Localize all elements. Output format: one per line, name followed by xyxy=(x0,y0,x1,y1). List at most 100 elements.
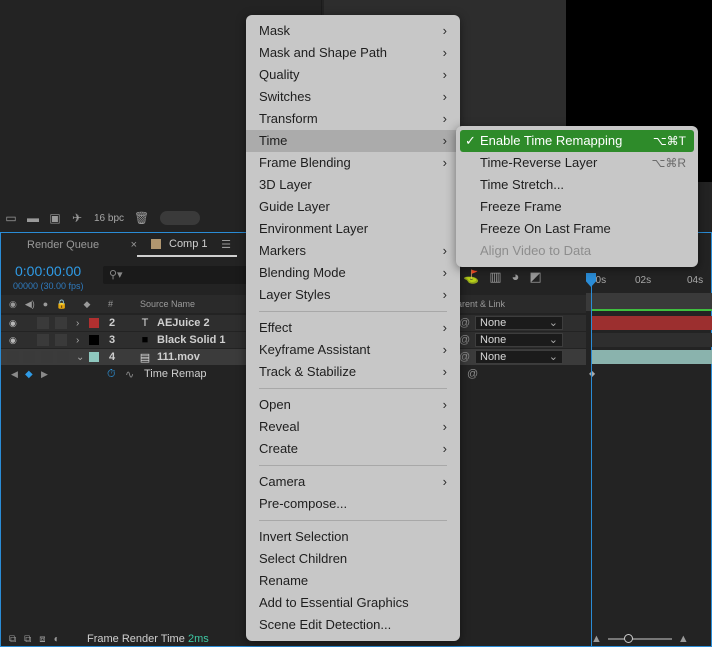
menu-item-scene-edit-detection[interactable]: Scene Edit Detection... xyxy=(246,614,460,636)
panel-menu-icon[interactable]: ☰ xyxy=(221,238,231,251)
menu-item-quality[interactable]: Quality › xyxy=(246,64,460,86)
submenu-item-time-reverse-layer[interactable]: Time-Reverse Layer ⌥⌘R xyxy=(460,152,694,174)
column-source-name[interactable]: Source Name xyxy=(140,299,195,309)
menu-item-track-stabilize[interactable]: Track & Stabilize › xyxy=(246,361,460,383)
submenu-item-freeze-on-last-frame[interactable]: Freeze On Last Frame xyxy=(460,218,694,240)
menu-item-rename[interactable]: Rename xyxy=(246,570,460,592)
toolbar-slider[interactable] xyxy=(160,211,201,225)
interpret-footage-icon[interactable]: ▭ xyxy=(4,211,18,225)
layer-bar-red[interactable] xyxy=(592,316,712,330)
menu-item-time[interactable]: Time › xyxy=(246,130,460,152)
layer-search-input[interactable]: ⚲▾ xyxy=(103,266,253,284)
pick-whip-icon[interactable]: @ xyxy=(459,334,470,346)
layer-bar-teal[interactable] xyxy=(592,350,712,364)
column-parent[interactable]: arent & Link xyxy=(457,299,505,309)
submenu-item-time-stretch[interactable]: Time Stretch... xyxy=(460,174,694,196)
menu-item-select-children[interactable]: Select Children xyxy=(246,548,460,570)
menu-item-reveal[interactable]: Reveal › xyxy=(246,416,460,438)
time-ruler[interactable]: 00s 02s 04s xyxy=(586,273,712,291)
layer-name[interactable]: AEJuice 2 xyxy=(157,317,210,329)
graph-editor-icon[interactable]: ◩ xyxy=(529,269,541,285)
timeline-zoom[interactable]: ▲ ▲ xyxy=(591,633,689,645)
menu-item-camera[interactable]: Camera › xyxy=(246,471,460,493)
next-keyframe-icon[interactable]: ▶ xyxy=(41,369,48,380)
pick-whip-icon[interactable]: @ xyxy=(459,317,470,329)
layer-name[interactable]: Black Solid 1 xyxy=(157,334,225,346)
render-time-icon[interactable]: ◐ xyxy=(54,634,60,645)
menu-item-create[interactable]: Create › xyxy=(246,438,460,460)
frame-render-time-value: 2ms xyxy=(188,633,209,645)
zoom-slider-knob[interactable] xyxy=(623,634,633,643)
menu-item-environment-layer[interactable]: Environment Layer xyxy=(246,218,460,240)
audio-toggle[interactable] xyxy=(23,351,35,363)
menu-item-label: Add to Essential Graphics xyxy=(259,595,409,610)
menu-item-pre-compose[interactable]: Pre-compose... xyxy=(246,493,460,515)
menu-item-switches[interactable]: Switches › xyxy=(246,86,460,108)
transfer-controls-icon[interactable]: ⧉ xyxy=(24,634,31,645)
keyframe-marker-icon[interactable]: ◆ xyxy=(589,369,595,378)
tab-comp-1[interactable]: Comp 1 ☰ xyxy=(137,233,237,257)
expand-chevron-icon[interactable]: › xyxy=(76,335,79,346)
motion-blur-icon[interactable]: ◕ xyxy=(511,269,519,285)
property-name[interactable]: Time Remap xyxy=(144,368,207,380)
zoom-in-icon[interactable]: ▲ xyxy=(678,633,689,645)
lock-toggle[interactable] xyxy=(57,351,69,363)
collapse-chevron-icon[interactable]: ⌄ xyxy=(76,352,84,363)
bit-depth-button[interactable]: 16 bpc xyxy=(92,213,126,224)
label-color-black[interactable] xyxy=(89,335,99,345)
draft-3d-icon[interactable]: ▥ xyxy=(489,269,501,285)
layer-name[interactable]: 111.mov xyxy=(157,351,200,363)
tab-render-queue[interactable]: Render Queue × xyxy=(1,233,137,257)
ruler-tick: 04s xyxy=(687,275,704,286)
lock-toggle[interactable] xyxy=(55,334,67,346)
new-folder-icon[interactable]: ▬ xyxy=(26,211,40,225)
menu-item-mask[interactable]: Mask › xyxy=(246,20,460,42)
audio-toggle[interactable] xyxy=(37,334,49,346)
menu-item-mask-and-shape-path[interactable]: Mask and Shape Path › xyxy=(246,42,460,64)
menu-item-invert-selection[interactable]: Invert Selection xyxy=(246,526,460,548)
menu-item-3d-layer[interactable]: 3D Layer xyxy=(246,174,460,196)
chevron-down-icon: ⌄ xyxy=(548,317,558,329)
menu-item-guide-layer[interactable]: Guide Layer xyxy=(246,196,460,218)
previous-keyframe-icon[interactable]: ◀ xyxy=(11,369,18,380)
visibility-eye-icon[interactable]: ◉ xyxy=(9,335,17,346)
graph-icon[interactable]: ∿ xyxy=(125,368,134,381)
menu-item-keyframe-assistant[interactable]: Keyframe Assistant › xyxy=(246,339,460,361)
label-color-red[interactable] xyxy=(89,318,99,328)
parent-dropdown[interactable]: None ⌄ xyxy=(475,316,563,330)
visibility-eye-icon[interactable]: ◉ xyxy=(9,318,17,329)
pick-whip-icon[interactable]: @ xyxy=(459,351,470,363)
layer-bar-black[interactable] xyxy=(592,333,712,347)
menu-item-blending-mode[interactable]: Blending Mode › xyxy=(246,262,460,284)
solo-toggle[interactable] xyxy=(41,351,53,363)
menu-item-layer-styles[interactable]: Layer Styles › xyxy=(246,284,460,306)
submenu-item-enable-time-remapping[interactable]: ✓ Enable Time Remapping ⌥⌘T xyxy=(460,130,694,152)
trash-icon[interactable]: 🗑 xyxy=(134,211,149,225)
comp-flowchart-icon[interactable]: ⛳ xyxy=(463,269,479,285)
parent-dropdown[interactable]: None ⌄ xyxy=(475,350,563,364)
menu-item-frame-blending[interactable]: Frame Blending › xyxy=(246,152,460,174)
expand-chevron-icon[interactable]: › xyxy=(76,318,79,329)
label-color-teal[interactable] xyxy=(89,352,99,362)
menu-item-effect[interactable]: Effect › xyxy=(246,317,460,339)
stopwatch-icon[interactable]: ⏱ xyxy=(107,368,116,381)
keyframe-diamond-icon[interactable]: ◆ xyxy=(25,369,33,380)
zoom-slider[interactable] xyxy=(607,634,672,643)
layer-switches-icon[interactable]: ⧉ xyxy=(9,634,16,645)
lock-toggle[interactable] xyxy=(55,317,67,329)
menu-item-label: Frame Blending xyxy=(259,155,351,170)
parent-dropdown[interactable]: None ⌄ xyxy=(475,333,563,347)
in-out-icon[interactable]: ⧈ xyxy=(39,634,45,645)
expression-pick-whip-icon[interactable]: @ xyxy=(467,368,478,380)
adjust-settings-icon[interactable]: ✈ xyxy=(70,211,84,225)
current-timecode[interactable]: 0:00:00:00 xyxy=(15,263,81,279)
new-composition-icon[interactable]: ▣ xyxy=(48,211,62,225)
submenu-item-freeze-frame[interactable]: Freeze Frame xyxy=(460,196,694,218)
zoom-out-icon[interactable]: ▲ xyxy=(591,633,602,645)
audio-toggle[interactable] xyxy=(37,317,49,329)
menu-item-markers[interactable]: Markers › xyxy=(246,240,460,262)
menu-item-transform[interactable]: Transform › xyxy=(246,108,460,130)
visibility-toggle[interactable] xyxy=(7,351,19,363)
menu-item-open[interactable]: Open › xyxy=(246,394,460,416)
menu-item-add-to-essential-graphics[interactable]: Add to Essential Graphics xyxy=(246,592,460,614)
